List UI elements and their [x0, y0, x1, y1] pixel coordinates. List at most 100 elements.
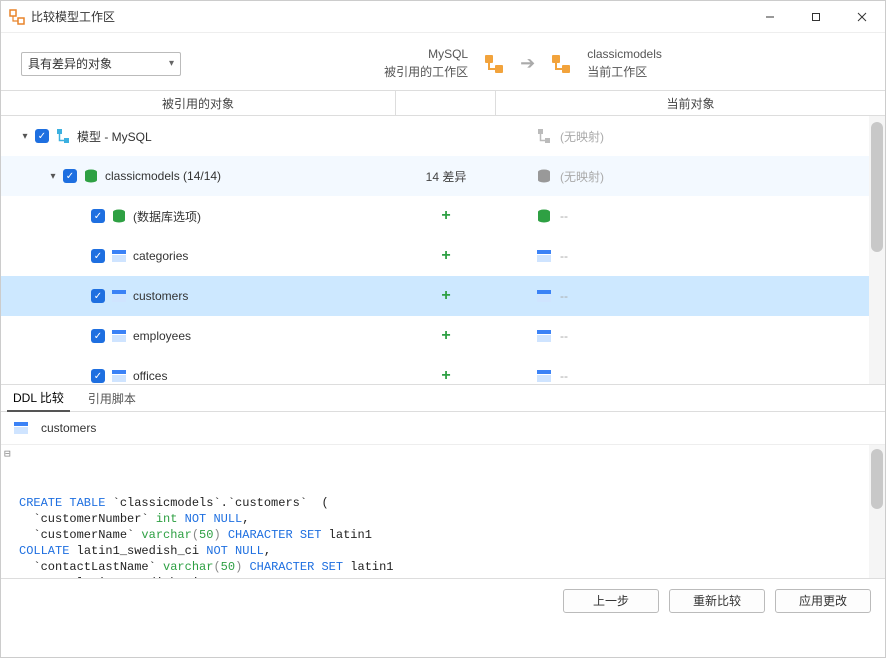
tree-row-diff: 14 差异 [396, 168, 496, 185]
checkbox[interactable]: ✓ [91, 369, 105, 383]
workspace-left-icon [482, 52, 506, 76]
checkbox[interactable]: ✓ [63, 169, 77, 183]
back-button[interactable]: 上一步 [563, 589, 659, 613]
tree-row[interactable]: ▾✓模型 - MySQL(无映射) [1, 116, 885, 156]
compare-right: classicmodels 当前工作区 [587, 47, 662, 80]
filter-select-label: 具有差异的对象 [28, 55, 112, 72]
mapping-text: (无映射) [560, 168, 604, 185]
tree-row-mapping: -- [496, 208, 885, 224]
apply-button[interactable]: 应用更改 [775, 589, 871, 613]
compare-right-name: classicmodels [587, 47, 662, 61]
tree-row[interactable]: ✓ customers + -- [1, 276, 885, 316]
code-line: `customerNumber` int NOT NULL, [19, 511, 877, 527]
compare-right-sub: 当前工作区 [587, 63, 647, 80]
checkbox[interactable]: ✓ [91, 289, 105, 303]
tree-row[interactable]: ✓ categories + -- [1, 236, 885, 276]
compare-left-sub: 被引用的工作区 [384, 63, 468, 80]
code-line: `customerName` varchar(50) CHARACTER SET… [19, 527, 877, 543]
detail-header: customers [1, 412, 885, 444]
arrow-right-icon: ➔ [520, 53, 535, 74]
mapping-icon [536, 128, 552, 144]
tree-row-left: ✓ categories [1, 248, 396, 264]
tree-scrollbar[interactable] [869, 116, 885, 384]
checkbox[interactable]: ✓ [35, 129, 49, 143]
mapping-icon [536, 288, 552, 304]
checkbox[interactable]: ✓ [91, 329, 105, 343]
table-icon [13, 420, 29, 436]
mapping-icon [536, 168, 552, 184]
filter-select[interactable]: 具有差异的对象 ▾ [21, 52, 181, 76]
tree-scroll-thumb[interactable] [871, 122, 883, 252]
maximize-button[interactable] [793, 1, 839, 33]
column-current: 当前对象 [496, 91, 885, 115]
minimize-button[interactable] [747, 1, 793, 33]
plus-icon: + [441, 247, 450, 265]
table-icon [111, 248, 127, 264]
tree-row[interactable]: ▾ ✓ classicmodels (14/14) 14 差异 (无映射) [1, 156, 885, 196]
mapping-text: -- [560, 249, 568, 263]
plus-icon: + [441, 207, 450, 225]
titlebar: 比较模型工作区 [1, 1, 885, 33]
columns-header: 被引用的对象 当前对象 [1, 90, 885, 116]
plus-icon: + [441, 287, 450, 305]
compare-left-name: MySQL [428, 47, 468, 61]
plus-icon: + [441, 327, 450, 345]
tree-row-label: customers [133, 289, 188, 303]
tree-row-mapping: -- [496, 288, 885, 304]
code-line: `contactLastName` varchar(50) CHARACTER … [19, 559, 877, 575]
tree-row[interactable]: ✓offices+-- [1, 356, 885, 384]
diff-tree[interactable]: ▾✓模型 - MySQL(无映射)▾✓classicmodels (14/14)… [1, 116, 885, 384]
chevron-down-icon: ▾ [169, 58, 174, 69]
plus-icon: + [441, 367, 450, 384]
tree-row-mapping: (无映射) [496, 128, 885, 145]
tab-ddl[interactable]: DDL 比较 [7, 385, 70, 412]
tree-row-mapping: -- [496, 328, 885, 344]
expander-icon[interactable]: ▾ [19, 131, 31, 142]
tree-row-diff: + [396, 327, 496, 345]
expander-icon[interactable]: ▾ [47, 171, 59, 182]
compare-header: MySQL 被引用的工作区 ➔ classicmodels 当前工作区 [181, 47, 865, 80]
detail-tabs: DDL 比较 引用脚本 [1, 384, 885, 412]
tree-row-left: ▾ ✓ classicmodels (14/14) [1, 168, 396, 184]
mapping-text: -- [560, 329, 568, 343]
window: 比较模型工作区 具有差异的对象 ▾ MySQL 被引用的工作区 [0, 0, 886, 658]
tree-row-mapping: -- [496, 368, 885, 384]
tab-script[interactable]: 引用脚本 [82, 386, 142, 411]
mapping-text: (无映射) [560, 128, 604, 145]
tree-row-left: ✓(数据库选项) [1, 208, 396, 225]
tree-row[interactable]: ✓(数据库选项) + -- [1, 196, 885, 236]
tree-row-diff: + [396, 247, 496, 265]
tree-row-label: employees [133, 329, 191, 343]
tree-row-left: ✓ employees [1, 328, 396, 344]
ddl-code[interactable]: ⊟ CREATE TABLE `classicmodels`.`customer… [1, 444, 885, 578]
close-button[interactable] [839, 1, 885, 33]
tree-row-mapping: -- [496, 248, 885, 264]
window-controls [747, 1, 885, 33]
mapping-icon [536, 368, 552, 384]
tree-row-diff: + [396, 287, 496, 305]
window-title: 比较模型工作区 [31, 8, 747, 25]
table-icon [111, 328, 127, 344]
tree-row-diff: + [396, 367, 496, 384]
tree-row-diff: + [396, 207, 496, 225]
code-line: COLLATE latin1_swedish_ci NOT NULL, [19, 543, 877, 559]
detail-object-name: customers [41, 421, 96, 435]
mapping-icon [536, 208, 552, 224]
db-icon [111, 208, 127, 224]
code-scroll-thumb[interactable] [871, 449, 883, 509]
schema-icon [55, 128, 71, 144]
checkbox[interactable]: ✓ [91, 249, 105, 263]
column-referenced: 被引用的对象 [1, 91, 396, 115]
recompare-button[interactable]: 重新比较 [669, 589, 765, 613]
fold-minus-icon[interactable]: ⊟ [4, 447, 11, 463]
workspace-right-icon [549, 52, 573, 76]
tree-row[interactable]: ✓ employees + -- [1, 316, 885, 356]
checkbox[interactable]: ✓ [91, 209, 105, 223]
tree-row-label: categories [133, 249, 188, 263]
app-icon [9, 9, 25, 25]
table-icon [111, 288, 127, 304]
mapping-icon [536, 248, 552, 264]
code-scrollbar[interactable] [869, 445, 885, 578]
code-line: CREATE TABLE `classicmodels`.`customers`… [19, 495, 877, 511]
tree-row-label: classicmodels (14/14) [105, 169, 221, 183]
